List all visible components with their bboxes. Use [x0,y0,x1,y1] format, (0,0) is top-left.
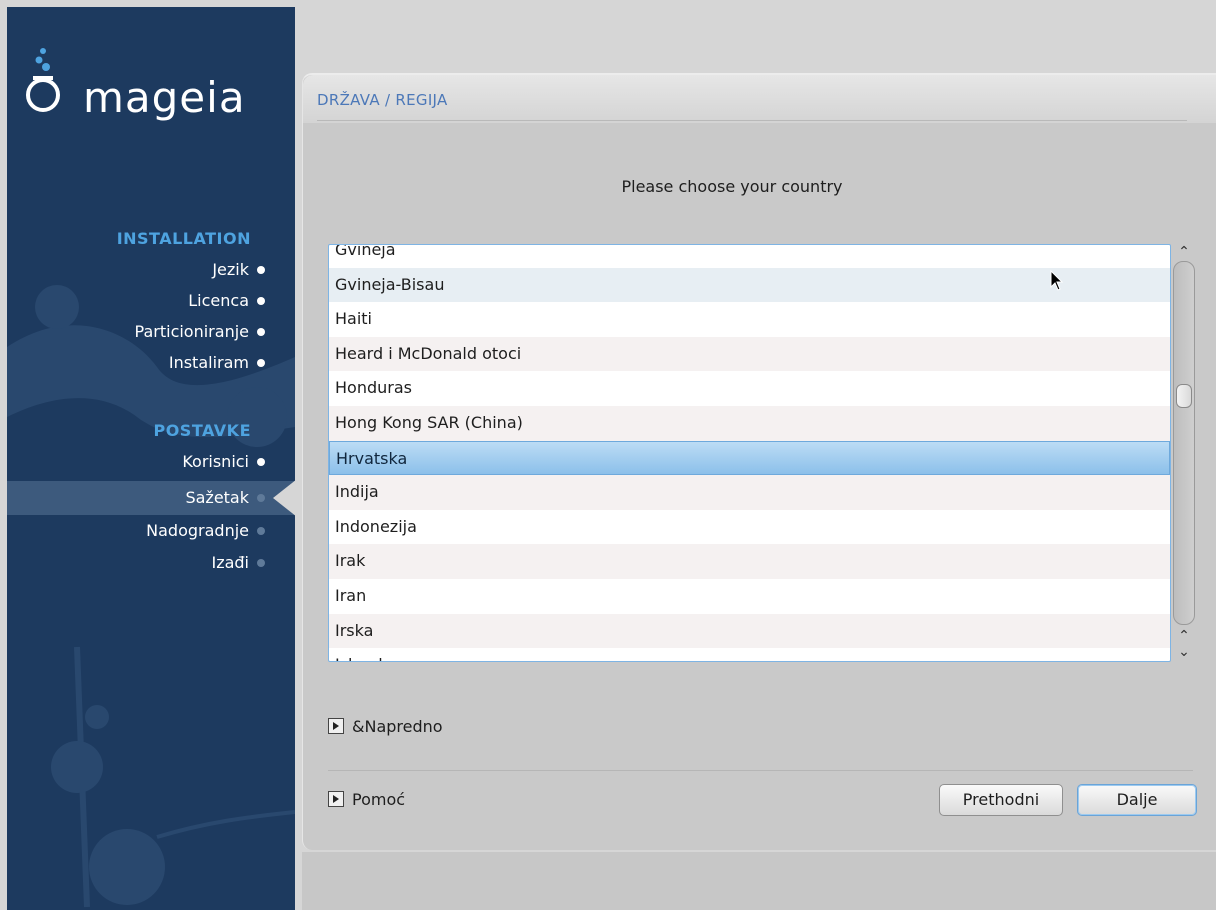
list-item[interactable]: Gvineja-Bisau [329,267,1170,303]
sidebar-item-label: Instaliram [168,353,249,372]
flower-decoration [7,285,295,908]
sidebar-item-licenca: Licenca [188,288,265,314]
list-item[interactable]: Irska [329,613,1170,649]
sidebar-item-particioniranje: Particioniranje [134,319,265,345]
title-divider [317,120,1187,121]
sidebar-item-label: Sažetak [185,488,249,507]
list-item[interactable]: Iran [329,579,1170,614]
sidebar-item-korisnici: Korisnici [182,449,265,475]
mouse-pointer-icon [1050,270,1064,291]
scroll-up-arrow-icon[interactable]: ⌃ [1175,245,1193,259]
list-item[interactable]: Gvineja [329,245,1170,268]
scroll-down-arrow-icon[interactable]: ⌄ [1175,645,1193,659]
sidebar-item-label: Nadogradnje [146,521,249,540]
brand-name: mageia [83,73,246,122]
country-prompt: Please choose your country [621,177,843,196]
step-done-dot-icon [257,266,265,274]
mageia-logo: mageia [25,45,295,125]
sidebar-item-sazetak: Sažetak [185,485,265,511]
list-item[interactable]: Honduras [329,371,1170,406]
scroll-up-arrow-icon[interactable]: ⌃ [1175,629,1193,643]
bottom-band [302,852,1216,910]
step-done-dot-icon [257,359,265,367]
list-item[interactable]: Heard i McDonald otoci [329,336,1170,372]
next-button[interactable]: Dalje [1077,784,1197,816]
sidebar-item-izadi: Izađi [211,550,265,576]
step-pending-dot-icon [257,527,265,535]
bottom-divider [328,770,1193,771]
step-pending-dot-icon [257,559,265,567]
sidebar-item-jezik: Jezik [212,257,265,283]
main-panel: DRŽAVA / REGIJA Please choose your count… [302,73,1216,850]
scrollbar-thumb[interactable] [1176,384,1192,409]
help-label: Pomoć [352,790,406,809]
advanced-expander[interactable]: &Napredno [328,717,443,737]
list-item[interactable]: Island [329,648,1170,661]
list-item[interactable]: Haiti [329,302,1170,337]
sidebar-item-label: Licenca [188,291,249,310]
list-item-selected[interactable]: Hrvatska [329,440,1170,476]
expand-arrow-icon [328,718,344,734]
previous-button[interactable]: Prethodni [939,784,1063,816]
section-heading-postavke: POSTAVKE [153,421,251,440]
country-list[interactable]: Gvineja Gvineja-Bisau Haiti Heard i McDo… [328,244,1171,662]
country-list-rows: Gvineja Gvineja-Bisau Haiti Heard i McDo… [329,245,1170,661]
sidebar-item-label: Jezik [212,260,249,279]
step-done-dot-icon [257,328,265,336]
active-item-highlight [7,481,295,515]
sidebar-item-label: Particioniranje [134,322,249,341]
list-item[interactable]: Irak [329,544,1170,579]
list-item[interactable]: Hong Kong SAR (China) [329,405,1170,441]
expand-arrow-icon [328,791,344,807]
step-done-dot-icon [257,297,265,305]
advanced-label: &Napredno [352,717,443,736]
help-expander[interactable]: Pomoć [328,790,405,810]
sidebar-item-label: Izađi [211,553,249,572]
section-heading-installation: INSTALLATION [116,229,251,248]
active-step-pointer-icon [273,479,295,517]
sidebar: mageia INSTALLATION Jezik Licenca Partic… [7,7,295,910]
sidebar-item-nadogradnje: Nadogradnje [146,518,265,544]
mageia-cauldron-icon [26,48,60,112]
sidebar-item-instaliram: Instaliram [168,350,265,376]
list-item[interactable]: Indija [329,475,1170,510]
page-title: DRŽAVA / REGIJA [317,91,448,109]
list-item[interactable]: Indonezija [329,510,1170,545]
step-pending-dot-icon [257,494,265,502]
scrollbar[interactable] [1173,261,1195,625]
sidebar-item-label: Korisnici [182,452,249,471]
step-done-dot-icon [257,458,265,466]
